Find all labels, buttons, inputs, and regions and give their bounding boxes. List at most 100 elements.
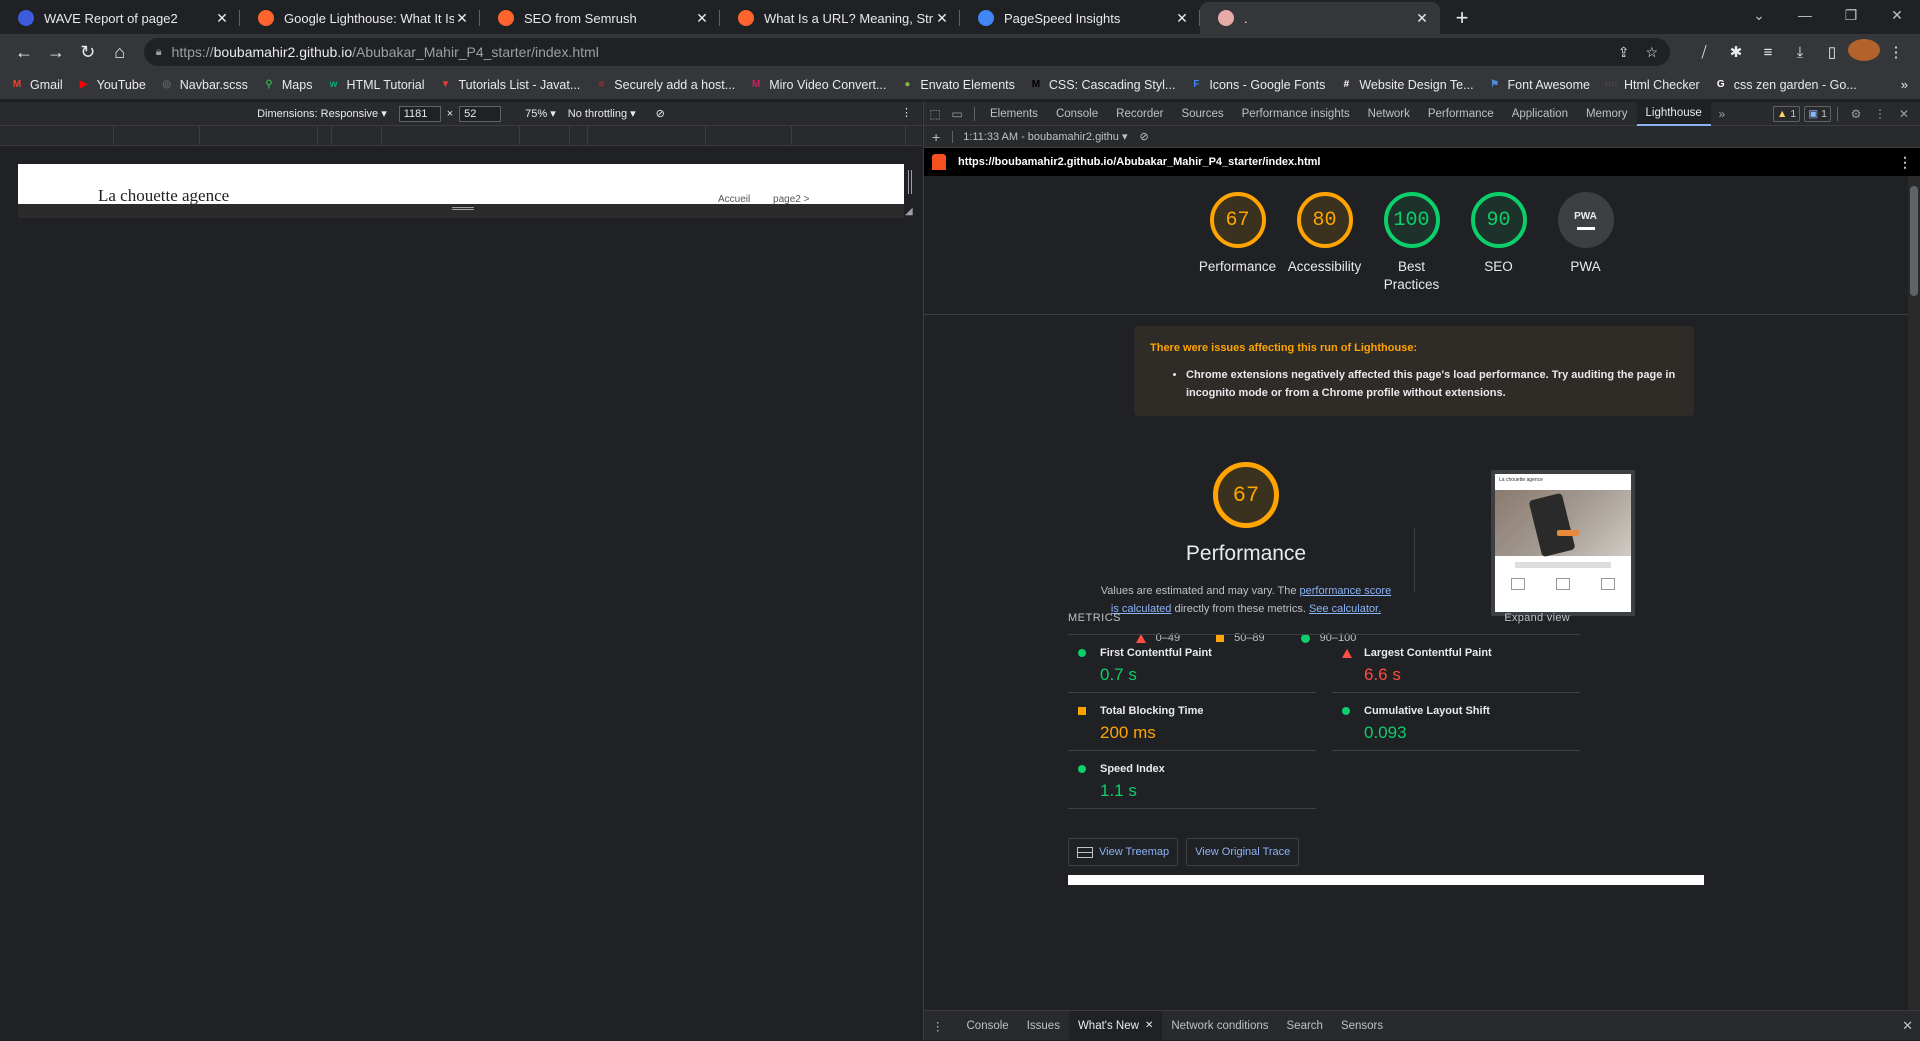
extensions-puzzle-icon[interactable]: ✱ [1720,43,1752,61]
drawer-tab-close-icon[interactable]: ✕ [1145,1020,1153,1031]
tab-close-icon[interactable]: ✕ [1414,10,1430,27]
close-drawer-icon[interactable]: ✕ [1902,1018,1913,1034]
rotate-icon[interactable]: ⊘ [656,107,665,120]
forward-button[interactable]: → [40,36,72,68]
minimize-button[interactable]: — [1782,0,1828,30]
bookmark-item[interactable]: nu Html Checker [1604,78,1700,92]
tab-close-icon[interactable]: ✕ [214,10,230,27]
new-tab-button[interactable]: + [1446,2,1478,34]
address-bar[interactable]: 🔒︎ https://boubamahir2.github.io/Abubaka… [143,38,1670,66]
resize-handle-right-icon[interactable] [908,170,912,194]
messages-badge[interactable]: ▣ 1 [1804,105,1831,122]
browser-tab[interactable]: Google Lighthouse: What It Is & ✕ [240,2,480,34]
download-icon[interactable]: ⤓ [1784,44,1816,61]
devtools-tab-memory[interactable]: Memory [1577,102,1637,126]
devtools-tab-recorder[interactable]: Recorder [1107,102,1172,126]
bookmark-item[interactable]: ⚑ Font Awesome [1488,78,1590,92]
settings-gear-icon[interactable]: ⚙ [1844,107,1868,121]
height-input[interactable]: 52 [459,105,502,122]
view-treemap-button[interactable]: View Treemap [1068,838,1179,866]
bookmark-item[interactable]: F Icons - Google Fonts [1189,78,1325,92]
devtools-tab-network[interactable]: Network [1359,102,1419,126]
drawer-tab-search[interactable]: Search [1278,1011,1332,1041]
drawer-tab-issues[interactable]: Issues [1018,1011,1069,1041]
devtools-tab-console[interactable]: Console [1047,102,1107,126]
drawer-tab-sensors[interactable]: Sensors [1332,1011,1392,1041]
new-report-icon[interactable]: + [932,129,940,145]
gauge-seo[interactable]: 90 SEO [1455,192,1542,294]
devtools-tab-sources[interactable]: Sources [1172,102,1232,126]
devtools-tab-lighthouse[interactable]: Lighthouse [1636,101,1711,126]
performance-gauge[interactable]: 67 [1213,462,1279,528]
browser-tab[interactable]: PageSpeed Insights ✕ [960,2,1200,34]
share-icon[interactable]: ⇪ [1618,44,1630,61]
browser-tab[interactable]: SEO from Semrush ✕ [480,2,720,34]
extension-icon[interactable]: ⧸ [1688,44,1720,61]
bookmark-item[interactable]: ◎ Navbar.scss [160,78,247,92]
bookmark-item[interactable]: ⚲ Maps [262,78,312,92]
gauge-pwa[interactable]: PWA PWA [1542,192,1629,294]
drawer-tab-network-conditions[interactable]: Network conditions [1162,1011,1277,1041]
bookmark-item[interactable]: ≡ Securely add a host... [594,78,735,92]
browser-tab[interactable]: What Is a URL? Meaning, Structu✕ [720,2,960,34]
resize-handle-bottom-icon[interactable] [452,207,474,210]
drawer-menu-icon[interactable]: ⋮ [932,1019,944,1033]
tab-close-icon[interactable]: ✕ [1174,10,1190,27]
devtools-tab-performance[interactable]: Performance [1419,102,1503,126]
view-trace-button[interactable]: View Original Trace [1186,838,1300,866]
close-window-button[interactable]: ✕ [1874,0,1920,30]
gauge-accessibility[interactable]: 80 Accessibility [1281,192,1368,294]
report-select[interactable]: 1:11:33 AM - boubamahir2.githu ▾ [963,130,1127,143]
bookmark-item[interactable]: w HTML Tutorial [326,78,425,92]
width-input[interactable]: 1181 [398,105,441,122]
chrome-menu-icon[interactable]: ⋮ [1880,43,1912,61]
final-screenshot[interactable]: La chouette agence [1491,470,1635,616]
drawer-tab-console[interactable]: Console [958,1011,1018,1041]
bookmarks-overflow-icon[interactable]: » [1901,77,1908,92]
more-tabs-icon[interactable]: » [1711,107,1733,121]
dimensions-select[interactable]: Dimensions: Responsive ▾ [257,107,387,120]
clear-reports-icon[interactable]: ⊘ [1140,130,1149,143]
bookmark-item[interactable]: Gcss zen garden - Go... [1714,78,1857,92]
expand-view-toggle[interactable]: Expand view [1504,612,1570,624]
site-nav-home[interactable]: Accueil [718,194,750,204]
gauge-best-practices[interactable]: 100 Best Practices [1368,192,1455,294]
throttling-select[interactable]: No throttling ▾ [568,107,636,120]
lock-icon[interactable]: 🔒︎ [156,46,162,59]
bookmark-item[interactable]: ● Envato Elements [900,78,1015,92]
report-scrollbar[interactable] [1908,176,1920,1010]
report-menu-icon[interactable]: ⋮ [1898,154,1912,171]
tab-close-icon[interactable]: ✕ [694,10,710,27]
tab-search-icon[interactable]: ⌄ [1736,0,1782,30]
side-panel-icon[interactable]: ▯ [1816,43,1848,61]
devtools-tab-application[interactable]: Application [1503,102,1577,126]
reload-button[interactable]: ↻ [72,36,104,68]
site-nav-page2[interactable]: page2 > [773,194,809,204]
bookmark-item[interactable]: M Miro Video Convert... [749,78,886,92]
emulated-viewport[interactable]: La chouette agence Accueil page2 > [18,164,904,204]
drawer-tab-what-s-new[interactable]: What's New ✕ [1068,1010,1163,1041]
back-button[interactable]: ← [8,36,40,68]
inspect-icon[interactable]: ⬚ [924,107,946,121]
device-toggle-icon[interactable]: ▭ [946,107,968,121]
bookmark-item[interactable]: M CSS: Cascading Styl... [1029,78,1176,92]
bookmark-item[interactable]: ▶ YouTube [77,78,146,92]
browser-tab[interactable]: . ✕ [1200,2,1440,34]
media-query-ruler[interactable] [0,126,922,146]
devtools-menu-icon[interactable]: ⋮ [1868,107,1892,121]
browser-tab[interactable]: WAVE Report of page2 ✕ [0,2,240,34]
devtools-tab-elements[interactable]: Elements [981,102,1047,126]
bookmark-item[interactable]: M Gmail [10,78,63,92]
profile-avatar[interactable] [1848,39,1880,65]
device-more-icon[interactable]: ⋮ [901,106,912,119]
zoom-select[interactable]: 75% ▾ [525,107,556,120]
bookmark-item[interactable]: ▼ Tutorials List - Javat... [438,78,581,92]
report-url[interactable]: https://boubamahir2.github.io/Abubakar_M… [958,156,1320,168]
gauge-performance[interactable]: 67 Performance [1194,192,1281,294]
bookmark-star-icon[interactable]: ☆ [1645,44,1658,61]
close-devtools-icon[interactable]: ✕ [1892,107,1916,121]
warnings-badge[interactable]: ▲ 1 [1772,105,1801,122]
bookmark-item[interactable]: # Website Design Te... [1339,78,1474,92]
restore-button[interactable]: ❐ [1828,0,1874,30]
reading-list-icon[interactable]: ≡ [1752,44,1784,61]
